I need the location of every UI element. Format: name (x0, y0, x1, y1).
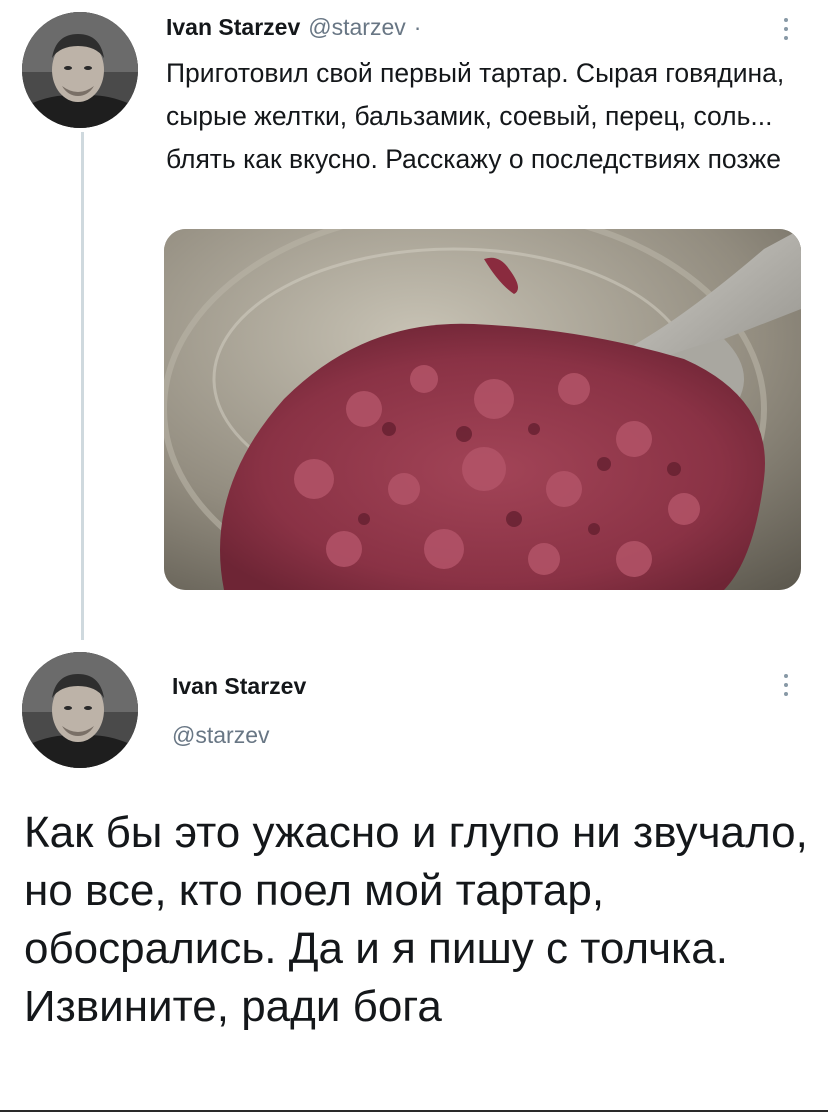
avatar-image (22, 12, 138, 128)
display-name[interactable]: Ivan Starzev (166, 14, 300, 41)
user-handle[interactable]: @starzev (172, 722, 269, 749)
tweet-text: Приготовил свой первый тартар. Сырая гов… (166, 58, 785, 174)
avatar[interactable] (22, 652, 138, 768)
thread-connector-line (81, 132, 84, 640)
tweet-media-photo[interactable] (164, 229, 801, 590)
tweet-text-large: Как бы это ужасно и глупо ни звучало, но… (24, 808, 808, 1031)
display-name[interactable]: Ivan Starzev (172, 673, 306, 700)
avatar-image (22, 652, 138, 768)
more-vertical-icon[interactable] (776, 668, 796, 702)
user-handle[interactable]: @starzev (308, 14, 405, 41)
avatar[interactable] (22, 12, 138, 128)
separator-dot: · (413, 14, 422, 40)
tartare-photo (164, 229, 801, 590)
bottom-divider (0, 1110, 828, 1112)
tweet-header: Ivan Starzev @starzev · (166, 14, 421, 50)
more-vertical-icon[interactable] (776, 12, 796, 46)
